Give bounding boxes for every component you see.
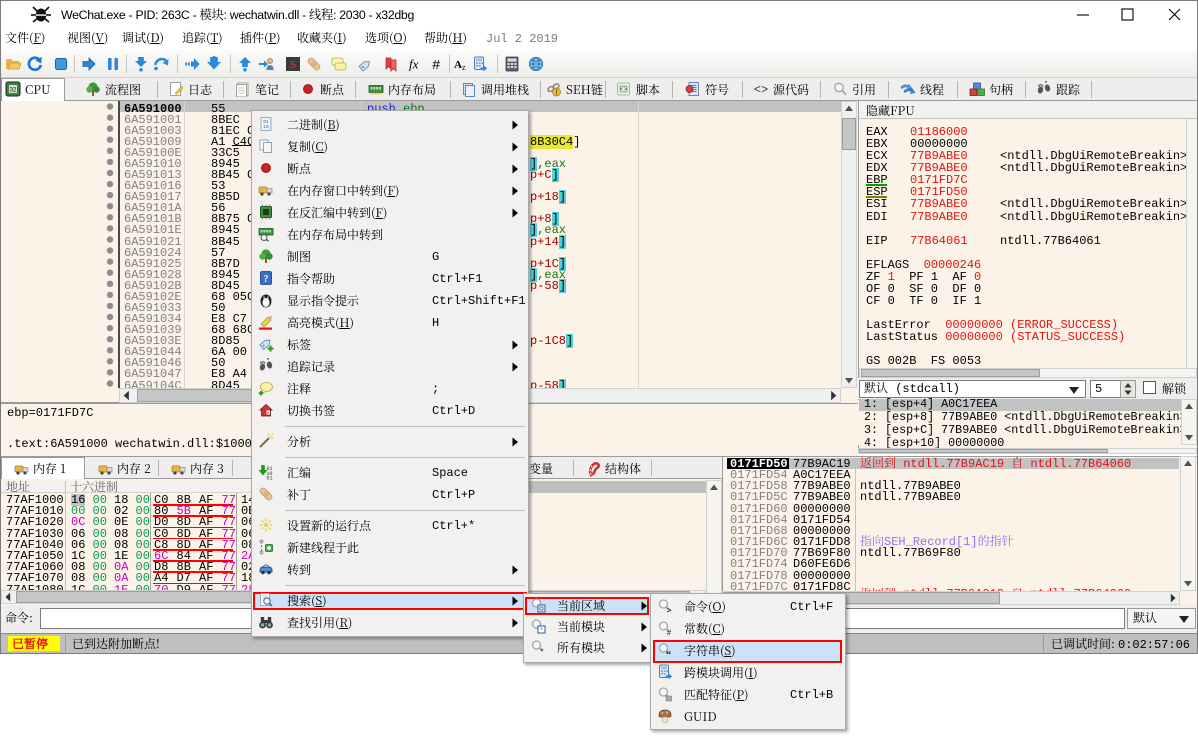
svg-text:!: ! [555, 90, 557, 97]
svg-text:z: z [462, 63, 466, 72]
svg-text:<>: <> [620, 86, 628, 93]
svg-text:A: A [454, 59, 462, 71]
svg-text:01: 01 [266, 476, 272, 481]
svg-text:#: # [432, 58, 440, 72]
svg-text:32: 32 [10, 88, 17, 94]
svg-text:*: * [540, 648, 543, 656]
svg-text:10: 10 [263, 124, 269, 130]
svg-text:>: > [667, 606, 672, 614]
svg-text:n: n [267, 410, 269, 415]
svg-text:?: ? [264, 274, 269, 285]
svg-text:“: “ [666, 649, 672, 658]
svg-text:fx: fx [409, 57, 419, 72]
svg-text:#: # [667, 629, 672, 637]
svg-text:S: S [290, 59, 296, 71]
svg-text:<>: <> [754, 83, 768, 97]
